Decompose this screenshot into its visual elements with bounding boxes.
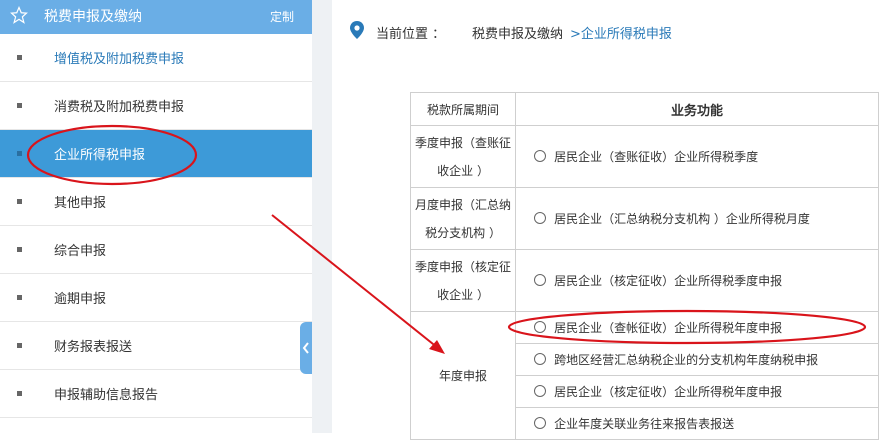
option-label: 企业年度关联业务往来报告表报送 <box>554 416 735 431</box>
sidebar-item-other[interactable]: 其他申报 <box>0 178 312 226</box>
option-label: 居民企业（查帐征收）企业所得税年度申报 <box>554 320 783 335</box>
sidebar: 税费申报及缴纳 定制 增值税及附加税费申报 消费税及附加税费申报 企业所得税申报… <box>0 0 312 433</box>
sidebar-item-label: 其他申报 <box>54 196 107 211</box>
bullet-icon <box>17 343 22 348</box>
sidebar-item-label: 综合申报 <box>54 244 107 259</box>
table-header-row: 税款所属期间 业务功能 <box>409 92 879 126</box>
breadcrumb-level-2[interactable]: >企业所得税申报 <box>570 23 672 42</box>
bullet-icon <box>17 151 22 156</box>
bullet-icon <box>17 199 22 204</box>
table-row: 季度申报（查账征收企业 ） 居民企业（查账征收）企业所得税季度 <box>409 125 879 188</box>
sidebar-header: 税费申报及缴纳 定制 <box>0 0 312 34</box>
period-cell: 季度申报（核定征收企业 ） <box>409 249 517 312</box>
sidebar-item-label: 企业所得税申报 <box>54 148 146 163</box>
period-cell: 年度申报 <box>409 311 517 440</box>
location-pin-icon <box>350 21 364 39</box>
bullet-icon <box>17 295 22 300</box>
option-label: 居民企业（核定征收）企业所得税年度申报 <box>554 384 783 399</box>
function-cell: 居民企业（核定征收）企业所得税季度申报 <box>515 249 879 312</box>
radio-icon[interactable] <box>534 417 547 430</box>
table-row: 年度申报 居民企业（查帐征收）企业所得税年度申报 <box>409 311 879 440</box>
declaration-table: 税款所属期间 业务功能 季度申报（查账征收企业 ） 居民企业（查账征收）企业所得… <box>409 92 879 440</box>
collapse-sidebar-button[interactable] <box>300 322 312 374</box>
bullet-icon <box>17 391 22 396</box>
option-related-party-report[interactable]: 企业年度关联业务往来报告表报送 <box>534 415 734 432</box>
radio-icon[interactable] <box>534 353 547 366</box>
radio-icon[interactable] <box>534 385 547 398</box>
period-cell: 季度申报（查账征收企业 ） <box>409 125 517 188</box>
option-annual-audit[interactable]: 居民企业（查帐征收）企业所得税年度申报 <box>534 319 782 336</box>
period-cell: 月度申报（汇总纳税分支机构 ） <box>409 187 517 250</box>
sidebar-item-label: 消费税及附加税费申报 <box>54 100 185 115</box>
sidebar-item-financial-statements[interactable]: 财务报表报送 <box>0 322 312 370</box>
breadcrumb-level-1[interactable]: 税费申报及缴纳 <box>472 23 563 42</box>
option-quarterly-assessed[interactable]: 居民企业（核定征收）企业所得税季度申报 <box>534 272 782 289</box>
sidebar-item-label: 财务报表报送 <box>54 340 133 355</box>
breadcrumb-prefix: 当前位置 ： <box>376 27 446 42</box>
content-gutter <box>312 0 332 433</box>
header-function: 业务功能 <box>515 92 879 126</box>
function-cell: 居民企业（查帐征收）企业所得税年度申报 <box>515 311 879 344</box>
sidebar-item-label: 申报辅助信息报告 <box>54 388 159 403</box>
radio-icon[interactable] <box>534 321 547 334</box>
option-label: 跨地区经营汇总纳税企业的分支机构年度纳税申报 <box>554 352 819 367</box>
star-icon[interactable] <box>10 6 28 24</box>
table-row: 月度申报（汇总纳税分支机构 ） 居民企业（汇总纳税分支机构 ）企业所得税月度 <box>409 187 879 250</box>
option-quarterly-audit[interactable]: 居民企业（查账征收）企业所得税季度 <box>534 148 758 165</box>
radio-icon[interactable] <box>534 150 547 163</box>
sidebar-item-vat[interactable]: 增值税及附加税费申报 <box>0 34 312 82</box>
bullet-icon <box>17 103 22 108</box>
option-annual-branch[interactable]: 跨地区经营汇总纳税企业的分支机构年度纳税申报 <box>534 351 818 368</box>
sidebar-title: 税费申报及缴纳 <box>44 9 142 25</box>
main-content: 当前位置 ： 税费申报及缴纳 >企业所得税申报 税款所属期间 业务功能 季度申报… <box>332 0 879 440</box>
sidebar-item-overdue[interactable]: 逾期申报 <box>0 274 312 322</box>
chevron-left-icon <box>302 342 309 354</box>
option-label: 居民企业（核定征收）企业所得税季度申报 <box>554 273 783 288</box>
function-cell: 居民企业（汇总纳税分支机构 ）企业所得税月度 <box>515 187 879 250</box>
sidebar-item-corporate-income-tax[interactable]: 企业所得税申报 <box>0 130 312 178</box>
function-cell: 跨地区经营汇总纳税企业的分支机构年度纳税申报 <box>515 343 879 376</box>
sidebar-item-label: 逾期申报 <box>54 292 107 307</box>
radio-icon[interactable] <box>534 212 547 225</box>
option-monthly-branch[interactable]: 居民企业（汇总纳税分支机构 ）企业所得税月度 <box>534 210 810 227</box>
bullet-icon <box>17 247 22 252</box>
function-cell: 居民企业（查账征收）企业所得税季度 <box>515 125 879 188</box>
option-label: 居民企业（汇总纳税分支机构 ）企业所得税月度 <box>554 211 810 226</box>
radio-icon[interactable] <box>534 274 547 287</box>
customize-button[interactable]: 定制 <box>270 8 294 25</box>
option-label: 居民企业（查账征收）企业所得税季度 <box>554 149 759 164</box>
bullet-icon <box>17 55 22 60</box>
table-row: 季度申报（核定征收企业 ） 居民企业（核定征收）企业所得税季度申报 <box>409 249 879 312</box>
sidebar-item-comprehensive[interactable]: 综合申报 <box>0 226 312 274</box>
header-period: 税款所属期间 <box>409 92 517 126</box>
sidebar-item-auxiliary-info[interactable]: 申报辅助信息报告 <box>0 370 312 418</box>
sidebar-item-consumption-tax[interactable]: 消费税及附加税费申报 <box>0 82 312 130</box>
sidebar-item-label: 增值税及附加税费申报 <box>54 52 185 67</box>
function-cell: 企业年度关联业务往来报告表报送 <box>515 407 879 440</box>
function-cell: 居民企业（核定征收）企业所得税年度申报 <box>515 375 879 408</box>
option-annual-assessed[interactable]: 居民企业（核定征收）企业所得税年度申报 <box>534 383 782 400</box>
